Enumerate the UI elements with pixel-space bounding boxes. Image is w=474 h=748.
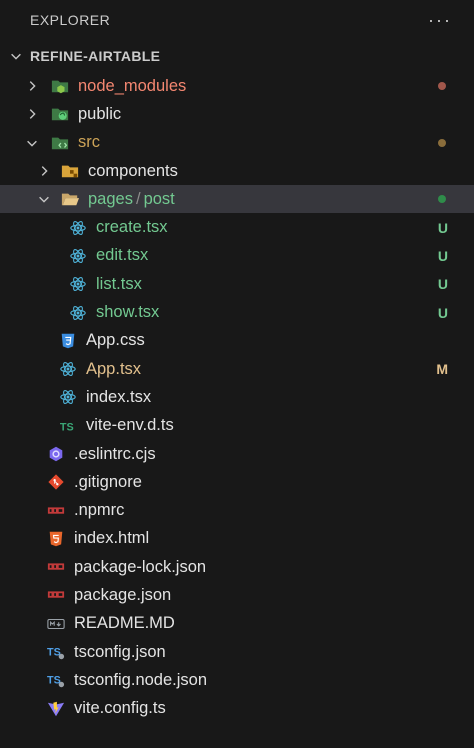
tree-item-label: README.MD (74, 614, 175, 633)
chevron-right-icon (24, 78, 40, 94)
tree-item-index-html[interactable]: index.html (0, 525, 474, 553)
chevron-down-icon (36, 191, 52, 207)
tree-item-tsconfig[interactable]: TS tsconfig.json (0, 638, 474, 666)
react-icon (68, 303, 88, 323)
folder-src-icon (50, 133, 70, 153)
markdown-icon (46, 614, 66, 634)
react-icon (58, 359, 78, 379)
tree-item-pages-post[interactable]: pages / post (0, 185, 474, 214)
tree-item-label: .npmrc (74, 501, 125, 520)
git-status-badge: U (437, 219, 448, 236)
tree-item-label: node_modules (78, 76, 187, 95)
chevron-right-icon (24, 106, 40, 122)
tree-item-label: index.html (74, 529, 150, 548)
svg-text:TS: TS (47, 647, 61, 659)
git-status-badge: U (437, 304, 448, 321)
tree-item-label: App.tsx (86, 359, 142, 378)
svg-text:TS: TS (47, 675, 61, 687)
tree-item-src[interactable]: src (0, 129, 474, 157)
tree-item-eslintrc[interactable]: .eslintrc.cjs (0, 440, 474, 468)
tree-item-gitignore[interactable]: .gitignore (0, 468, 474, 496)
more-actions-icon[interactable]: ··· (428, 10, 452, 31)
tree-item-edit-tsx[interactable]: edit.tsx U (0, 242, 474, 270)
css-icon (58, 331, 78, 351)
problem-dot (438, 82, 446, 91)
npm-icon (46, 585, 66, 605)
tree-item-label: .gitignore (74, 472, 142, 491)
react-icon (68, 218, 88, 238)
tree-item-label: public (78, 104, 122, 123)
tree-item-vite-config[interactable]: vite.config.ts (0, 695, 474, 723)
tree-item-vite-env[interactable]: TS vite-env.d.ts (0, 412, 474, 440)
tree-item-package-json[interactable]: package.json (0, 581, 474, 609)
tree-item-label: list.tsx (96, 274, 142, 293)
react-icon (68, 274, 88, 294)
chevron-right-icon (36, 163, 52, 179)
tree-item-label: show.tsx (96, 303, 160, 322)
chevron-down-icon (24, 135, 40, 151)
tree-item-components[interactable]: components (0, 157, 474, 185)
tree-item-label: src (78, 133, 100, 152)
tree-item-label: index.tsx (86, 387, 152, 406)
workspace-root-label: REFINE-AIRTABLE (30, 48, 161, 64)
tree-item-readme[interactable]: README.MD (0, 610, 474, 638)
compact-folder-separator: / (135, 189, 141, 208)
tree-item-label: edit.tsx (96, 246, 149, 265)
chevron-down-icon (8, 48, 24, 64)
svg-text:TS: TS (60, 421, 74, 433)
tree-item-public[interactable]: public (0, 100, 474, 128)
tree-item-label: vite.config.ts (74, 699, 166, 718)
tree-item-label: package-lock.json (74, 557, 207, 576)
tree-item-npmrc[interactable]: .npmrc (0, 496, 474, 524)
workspace-root[interactable]: REFINE-AIRTABLE (0, 40, 474, 72)
folder-open-icon (60, 189, 80, 209)
vite-icon (46, 699, 66, 719)
npm-icon (46, 557, 66, 577)
tsconfig-icon: TS (46, 670, 66, 690)
untracked-dot (438, 195, 446, 204)
tree-item-label: .eslintrc.cjs (74, 444, 156, 463)
react-icon (68, 246, 88, 266)
tree-item-label-post: post (143, 189, 175, 208)
explorer-header: EXPLORER ··· (0, 0, 474, 40)
tsconfig-icon: TS (46, 642, 66, 662)
folder-components-icon (60, 161, 80, 181)
folder-node-icon (50, 76, 70, 96)
git-icon (46, 472, 66, 492)
tree-item-create-tsx[interactable]: create.tsx U (0, 213, 474, 241)
react-icon (58, 387, 78, 407)
folder-public-icon (50, 104, 70, 124)
tree-item-tsconfig-node[interactable]: TS tsconfig.node.json (0, 666, 474, 694)
tree-item-index-tsx[interactable]: index.tsx (0, 383, 474, 411)
tree-item-list-tsx[interactable]: list.tsx U (0, 270, 474, 298)
typescript-def-icon: TS (58, 416, 78, 436)
tree-item-app-tsx[interactable]: App.tsx M (0, 355, 474, 383)
tree-item-label: vite-env.d.ts (86, 416, 174, 435)
git-status-badge: U (437, 276, 448, 293)
tree-item-node-modules[interactable]: node_modules (0, 72, 474, 100)
tree-item-label: tsconfig.node.json (74, 670, 208, 689)
html-icon (46, 529, 66, 549)
git-status-badge: U (437, 247, 448, 264)
git-status-badge: M (436, 361, 448, 378)
explorer-panel: EXPLORER ··· REFINE-AIRTABLE node_module… (0, 0, 474, 748)
tree-item-label: components (88, 161, 178, 180)
eslint-icon (46, 444, 66, 464)
explorer-title: EXPLORER (30, 12, 111, 28)
tree-item-package-lock[interactable]: package-lock.json (0, 553, 474, 581)
tree-item-label: package.json (74, 585, 172, 604)
tree-item-label: tsconfig.json (74, 642, 166, 661)
tree-item-label: create.tsx (96, 218, 168, 237)
tree-item-app-css[interactable]: App.css (0, 327, 474, 355)
npm-icon (46, 501, 66, 521)
modified-dot (438, 138, 446, 147)
tree-item-label: App.css (86, 331, 145, 350)
tree-item-show-tsx[interactable]: show.tsx U (0, 298, 474, 326)
tree-item-label: pages (88, 189, 133, 208)
